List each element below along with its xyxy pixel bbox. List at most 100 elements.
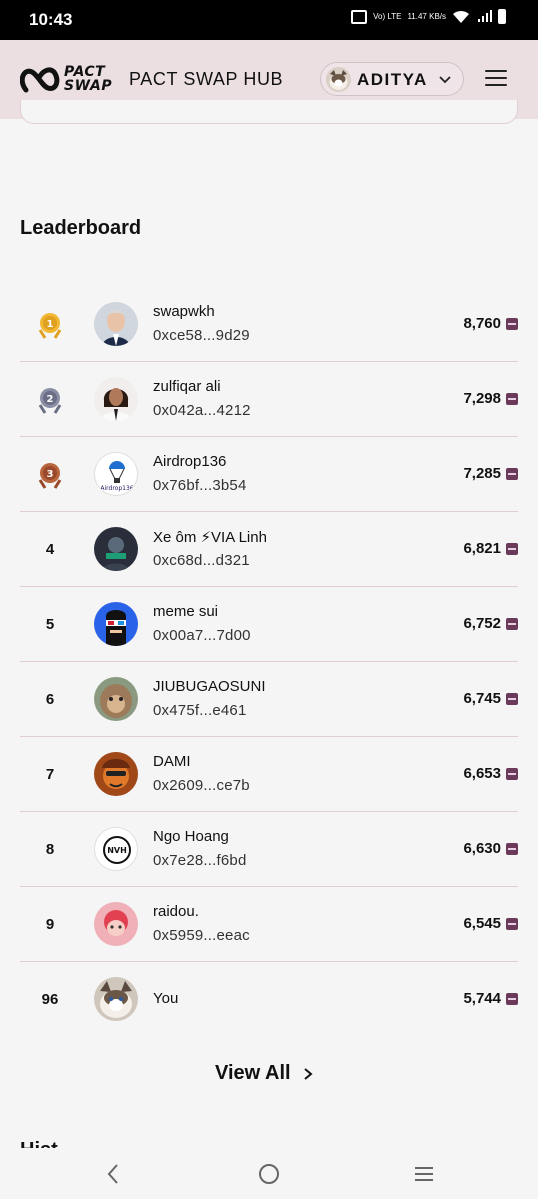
chevron-down-icon — [439, 76, 451, 84]
avatar — [94, 302, 138, 346]
rank-medal-silver-icon: 2 — [20, 362, 80, 437]
rank-number: 6 — [45, 691, 55, 708]
score: 6,545 — [463, 915, 501, 932]
svg-text:1: 1 — [47, 319, 54, 330]
view-all-button[interactable]: View All — [215, 1062, 315, 1085]
score: 8,760 — [463, 315, 501, 332]
token-icon — [506, 843, 518, 855]
hamburger-icon[interactable] — [485, 70, 507, 88]
user-name: Ngo Hoang — [153, 828, 229, 845]
next-section-title: Hist — [20, 1140, 58, 1148]
previous-card-edge — [20, 100, 518, 124]
token-icon — [506, 618, 518, 630]
leaderboard-row[interactable]: 5 meme sui 0x00a7...7d00 6,752 — [20, 587, 518, 662]
avatar — [94, 677, 138, 721]
wallet-address: 0x5959...eeac — [153, 927, 250, 944]
wallet-address: 0x2609...ce7b — [153, 777, 250, 794]
leaderboard-row[interactable]: 8 NVH Ngo Hoang 0x7e28...f6bd 6,630 — [20, 812, 518, 887]
vibrate-icon — [351, 9, 368, 24]
leaderboard-row[interactable]: 1 swapwkh 0xce58...9d29 8,760 — [20, 287, 518, 362]
svg-text:2: 2 — [47, 394, 54, 405]
leaderboard-list: 1 swapwkh 0xce58...9d29 8,760 2 zulfiqar… — [20, 287, 518, 1037]
logo-mark-icon — [20, 67, 60, 93]
wallet-address: 0x7e28...f6bd — [153, 852, 247, 869]
avatar — [94, 752, 138, 796]
score: 6,653 — [463, 765, 501, 782]
avatar — [94, 377, 138, 421]
rank-medal-gold-icon: 1 — [20, 287, 80, 362]
wallet-address: 0xc68d...d321 — [153, 552, 250, 569]
leaderboard-row-current-user[interactable]: 96 You 5,744 — [20, 962, 518, 1037]
user-name: raidou. — [153, 903, 199, 920]
token-icon — [506, 768, 518, 780]
user-name: DAMI — [153, 753, 191, 770]
status-icons: Vo) LTE 11.47 KB/s — [351, 9, 506, 24]
rank-number: 4 — [45, 541, 55, 558]
wallet-address: 0x042a...4212 — [153, 402, 251, 419]
speed-label: 11.47 KB/s — [407, 11, 446, 21]
view-all-label: View All — [215, 1062, 291, 1084]
leaderboard-title: Leaderboard — [20, 217, 142, 239]
user-name: Airdrop136 — [153, 453, 227, 470]
leaderboard-row[interactable]: 3 Airdrop136 Airdrop136 0x76bf...3b54 7,… — [20, 437, 518, 512]
user-name: ADITYA — [357, 70, 428, 89]
rank-medal-bronze-icon: 3 — [20, 437, 80, 512]
leaderboard-row[interactable]: 9 raidou. 0x5959...eeac 6,545 — [20, 887, 518, 962]
token-icon — [506, 468, 518, 480]
avatar — [94, 602, 138, 646]
network-label: Vo) LTE — [373, 11, 402, 21]
rank-number: 7 — [45, 766, 55, 783]
token-icon — [506, 543, 518, 555]
score: 6,821 — [463, 540, 501, 557]
leaderboard-row[interactable]: 6 JIUBUGAOSUNI 0x475f...e461 6,745 — [20, 662, 518, 737]
score: 6,752 — [463, 615, 501, 632]
leaderboard-row[interactable]: 7 DAMI 0x2609...ce7b 6,653 — [20, 737, 518, 812]
user-name: JIUBUGAOSUNI — [153, 678, 266, 695]
status-time: 10:43 — [29, 10, 73, 29]
wifi-icon — [453, 10, 469, 23]
avatar — [94, 527, 138, 571]
wallet-address: 0x00a7...7d00 — [153, 627, 251, 644]
user-avatar — [326, 67, 351, 92]
user-menu-button[interactable]: ADITYA — [320, 62, 464, 96]
leaderboard-row[interactable]: 2 zulfiqar ali 0x042a...4212 7,298 — [20, 362, 518, 437]
avatar-text: NVH — [107, 846, 127, 855]
logo-text-line1: PACT — [64, 64, 106, 80]
rank-number: 96 — [41, 991, 59, 1008]
wallet-address: 0x76bf...3b54 — [153, 477, 247, 494]
back-icon[interactable] — [102, 1162, 126, 1186]
logo-text: PACT SWAP — [64, 65, 112, 93]
score: 7,298 — [463, 390, 501, 407]
user-name: You — [153, 990, 179, 1007]
recent-apps-icon[interactable] — [412, 1162, 436, 1186]
pact-swap-logo[interactable]: PACT SWAP — [20, 64, 120, 96]
svg-text:3: 3 — [47, 469, 54, 480]
user-name: zulfiqar ali — [153, 378, 221, 395]
score: 5,744 — [463, 990, 501, 1007]
chevron-right-icon — [303, 1067, 313, 1080]
token-icon — [506, 318, 518, 330]
user-name: swapwkh — [153, 303, 215, 320]
system-nav-bar — [0, 1148, 538, 1199]
signal-icon — [478, 9, 492, 22]
status-bar: 10:43 Vo) LTE 11.47 KB/s — [0, 0, 538, 40]
hub-title: PACT SWAP HUB — [129, 69, 284, 89]
token-icon — [506, 993, 518, 1005]
token-icon — [506, 393, 518, 405]
battery-icon — [498, 9, 506, 24]
wallet-address: 0x475f...e461 — [153, 702, 247, 719]
avatar — [94, 977, 138, 1021]
home-icon[interactable] — [257, 1162, 281, 1186]
leaderboard-row[interactable]: 4 Xe ôm ⚡VIA Linh 0xc68d...d321 6,821 — [20, 512, 518, 587]
rank-number: 8 — [45, 841, 55, 858]
wallet-address: 0xce58...9d29 — [153, 327, 250, 344]
avatar: NVH — [94, 827, 138, 871]
token-icon — [506, 693, 518, 705]
avatar: Airdrop136 — [94, 452, 138, 496]
user-name: meme sui — [153, 603, 219, 620]
logo-text-line2: SWAP — [64, 78, 113, 94]
rank-number: 9 — [45, 916, 55, 933]
avatar — [94, 902, 138, 946]
score: 7,285 — [463, 465, 501, 482]
score: 6,630 — [463, 840, 501, 857]
